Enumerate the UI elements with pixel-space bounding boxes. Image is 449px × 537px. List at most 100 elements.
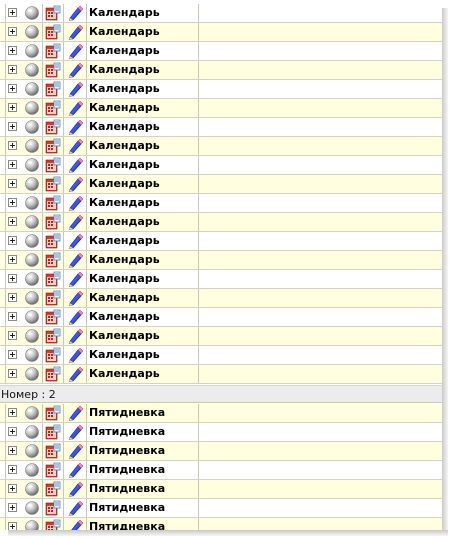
- expand-icon[interactable]: [8, 465, 17, 474]
- calendar-icon[interactable]: [45, 500, 61, 516]
- calendar-icon[interactable]: [45, 366, 61, 382]
- expand-icon[interactable]: [8, 236, 17, 245]
- expand-icon[interactable]: [8, 46, 17, 55]
- pencil-icon[interactable]: [67, 290, 84, 307]
- table-row[interactable]: Календарь: [0, 118, 442, 137]
- calendar-icon[interactable]: [45, 138, 61, 154]
- pencil-icon[interactable]: [67, 309, 84, 326]
- table-row[interactable]: Пятидневка: [0, 404, 442, 423]
- table-row[interactable]: Календарь: [0, 4, 442, 23]
- expand-icon[interactable]: [8, 446, 17, 455]
- calendar-icon[interactable]: [45, 157, 61, 173]
- table-row[interactable]: Календарь: [0, 194, 442, 213]
- expand-icon[interactable]: [8, 274, 17, 283]
- expand-icon[interactable]: [8, 522, 17, 530]
- table-row[interactable]: Календарь: [0, 156, 442, 175]
- pencil-icon[interactable]: [67, 176, 84, 193]
- pencil-icon[interactable]: [67, 519, 84, 530]
- expand-icon[interactable]: [8, 141, 17, 150]
- pencil-icon[interactable]: [67, 138, 84, 155]
- pencil-icon[interactable]: [67, 424, 84, 441]
- group-header[interactable]: Номер : 2: [0, 385, 442, 403]
- expand-icon[interactable]: [8, 198, 17, 207]
- table-row[interactable]: Календарь: [0, 308, 442, 327]
- calendar-icon[interactable]: [45, 271, 61, 287]
- pencil-icon[interactable]: [67, 62, 84, 79]
- calendar-icon[interactable]: [45, 62, 61, 78]
- table-row[interactable]: Пятидневка: [0, 499, 442, 518]
- table-row[interactable]: Календарь: [0, 23, 442, 42]
- calendar-icon[interactable]: [45, 195, 61, 211]
- calendar-icon[interactable]: [45, 119, 61, 135]
- pencil-icon[interactable]: [67, 252, 84, 269]
- calendar-icon[interactable]: [45, 176, 61, 192]
- pencil-icon[interactable]: [67, 462, 84, 479]
- expand-icon[interactable]: [8, 217, 17, 226]
- table-row[interactable]: Календарь: [0, 213, 442, 232]
- table-row[interactable]: Пятидневка: [0, 442, 442, 461]
- table-row[interactable]: Календарь: [0, 175, 442, 194]
- pencil-icon[interactable]: [67, 405, 84, 422]
- expand-icon[interactable]: [8, 65, 17, 74]
- table-row[interactable]: Календарь: [0, 289, 442, 308]
- calendar-icon[interactable]: [45, 424, 61, 440]
- calendar-icon[interactable]: [45, 481, 61, 497]
- calendar-icon[interactable]: [45, 252, 61, 268]
- expand-icon[interactable]: [8, 408, 17, 417]
- table-row[interactable]: Календарь: [0, 365, 442, 384]
- expand-icon[interactable]: [8, 255, 17, 264]
- table-row[interactable]: Календарь: [0, 80, 442, 99]
- calendar-icon[interactable]: [45, 443, 61, 459]
- pencil-icon[interactable]: [67, 271, 84, 288]
- expand-icon[interactable]: [8, 293, 17, 302]
- pencil-icon[interactable]: [67, 81, 84, 98]
- pencil-icon[interactable]: [67, 119, 84, 136]
- table-row[interactable]: Календарь: [0, 232, 442, 251]
- pencil-icon[interactable]: [67, 195, 84, 212]
- expand-icon[interactable]: [8, 312, 17, 321]
- table-row[interactable]: Календарь: [0, 346, 442, 365]
- calendar-icon[interactable]: [45, 405, 61, 421]
- expand-icon[interactable]: [8, 103, 17, 112]
- pencil-icon[interactable]: [67, 5, 84, 22]
- pencil-icon[interactable]: [67, 24, 84, 41]
- expand-icon[interactable]: [8, 369, 17, 378]
- pencil-icon[interactable]: [67, 157, 84, 174]
- table-row[interactable]: Пятидневка: [0, 423, 442, 442]
- table-row[interactable]: Календарь: [0, 137, 442, 156]
- table-row[interactable]: Календарь: [0, 99, 442, 118]
- expand-icon[interactable]: [8, 160, 17, 169]
- expand-icon[interactable]: [8, 350, 17, 359]
- calendar-icon[interactable]: [45, 81, 61, 97]
- pencil-icon[interactable]: [67, 481, 84, 498]
- calendar-icon[interactable]: [45, 233, 61, 249]
- pencil-icon[interactable]: [67, 214, 84, 231]
- table-row[interactable]: Календарь: [0, 327, 442, 346]
- table-row[interactable]: Пятидневка: [0, 518, 442, 530]
- calendar-icon[interactable]: [45, 24, 61, 40]
- calendar-icon[interactable]: [45, 519, 61, 530]
- table-row[interactable]: Пятидневка: [0, 461, 442, 480]
- pencil-icon[interactable]: [67, 500, 84, 517]
- calendar-icon[interactable]: [45, 290, 61, 306]
- expand-icon[interactable]: [8, 503, 17, 512]
- table-row[interactable]: Календарь: [0, 61, 442, 80]
- table-row[interactable]: Календарь: [0, 251, 442, 270]
- calendar-icon[interactable]: [45, 100, 61, 116]
- table-row[interactable]: Календарь: [0, 270, 442, 289]
- calendar-icon[interactable]: [45, 214, 61, 230]
- pencil-icon[interactable]: [67, 43, 84, 60]
- expand-icon[interactable]: [8, 331, 17, 340]
- pencil-icon[interactable]: [67, 347, 84, 364]
- pencil-icon[interactable]: [67, 328, 84, 345]
- calendar-icon[interactable]: [45, 347, 61, 363]
- calendar-icon[interactable]: [45, 328, 61, 344]
- expand-icon[interactable]: [8, 84, 17, 93]
- calendar-icon[interactable]: [45, 462, 61, 478]
- pencil-icon[interactable]: [67, 443, 84, 460]
- table-row[interactable]: Пятидневка: [0, 480, 442, 499]
- expand-icon[interactable]: [8, 427, 17, 436]
- table-row[interactable]: Календарь: [0, 42, 442, 61]
- pencil-icon[interactable]: [67, 233, 84, 250]
- pencil-icon[interactable]: [67, 366, 84, 383]
